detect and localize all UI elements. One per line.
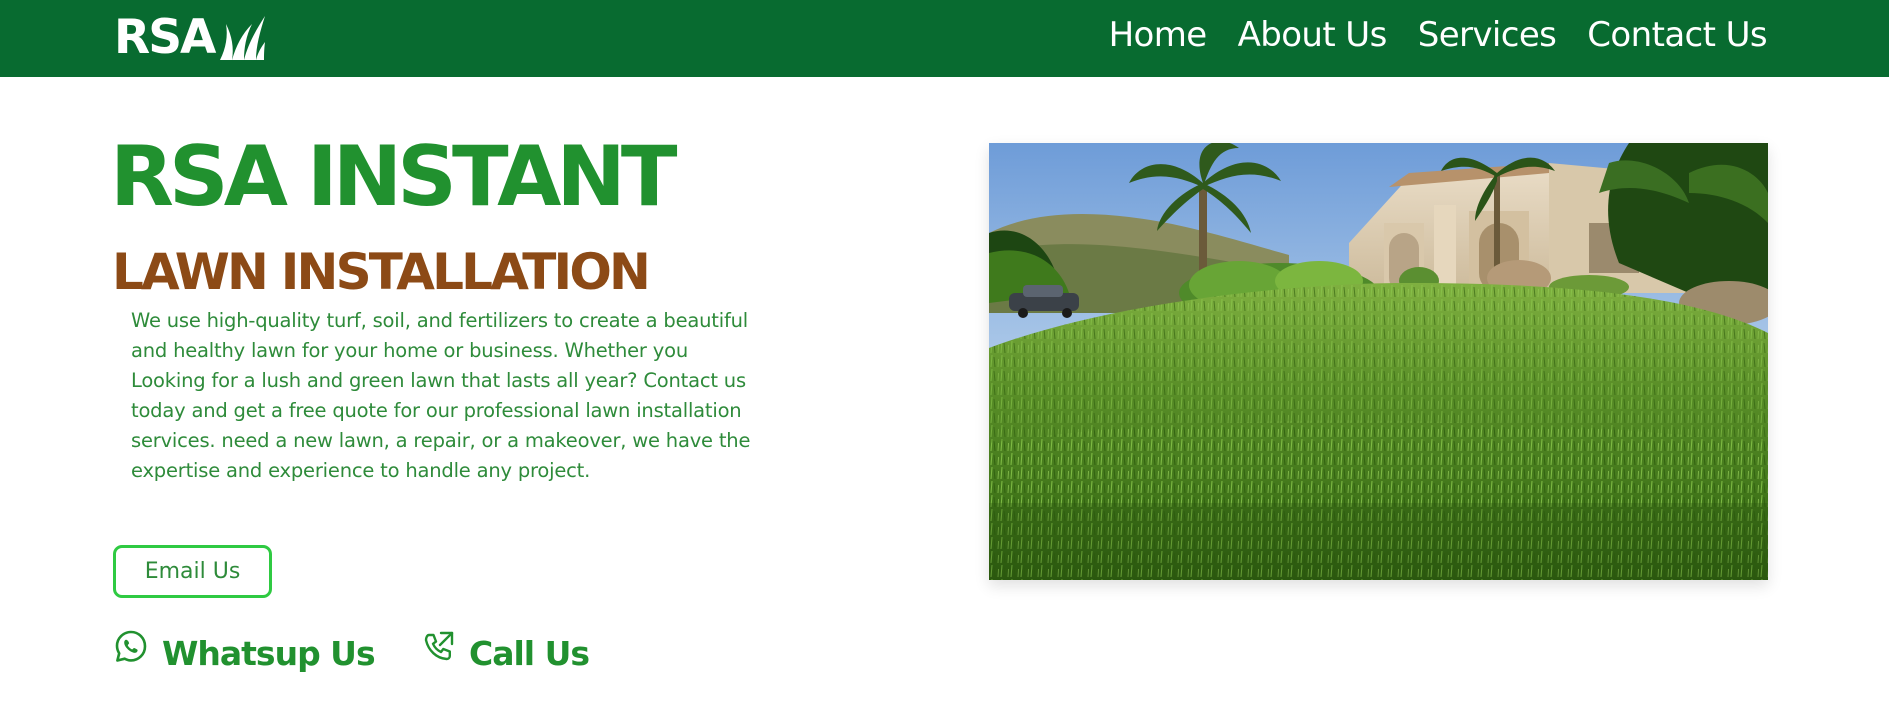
hero-subtitle: LAWN INSTALLATION — [112, 243, 651, 301]
phone-outgoing-icon — [424, 631, 454, 661]
whatsapp-label: Whatsup Us — [162, 633, 376, 673]
hero-title: RSA INSTANT — [110, 128, 677, 225]
nav-services[interactable]: Services — [1418, 15, 1557, 55]
nav-contact-us[interactable]: Contact Us — [1587, 15, 1767, 55]
nav-about-us[interactable]: About Us — [1238, 15, 1388, 55]
main-nav: Home About Us Services Contact Us — [1109, 0, 1768, 70]
grass-blades-icon — [220, 16, 266, 60]
brand-logo[interactable]: RSA — [114, 8, 266, 66]
brand-name: RSA — [114, 9, 216, 65]
call-link[interactable]: Call Us — [421, 628, 590, 678]
call-label: Call Us — [469, 633, 590, 673]
nav-home[interactable]: Home — [1109, 15, 1208, 55]
whatsapp-icon — [115, 630, 147, 662]
hero-description: We use high-quality turf, soil, and fert… — [131, 309, 751, 482]
whatsapp-link[interactable]: Whatsup Us — [114, 628, 376, 678]
hero-lawn-image — [989, 143, 1768, 580]
email-us-button[interactable]: Email Us — [113, 545, 272, 598]
navbar: RSA Home About Us Services Contact Us — [0, 0, 1889, 77]
